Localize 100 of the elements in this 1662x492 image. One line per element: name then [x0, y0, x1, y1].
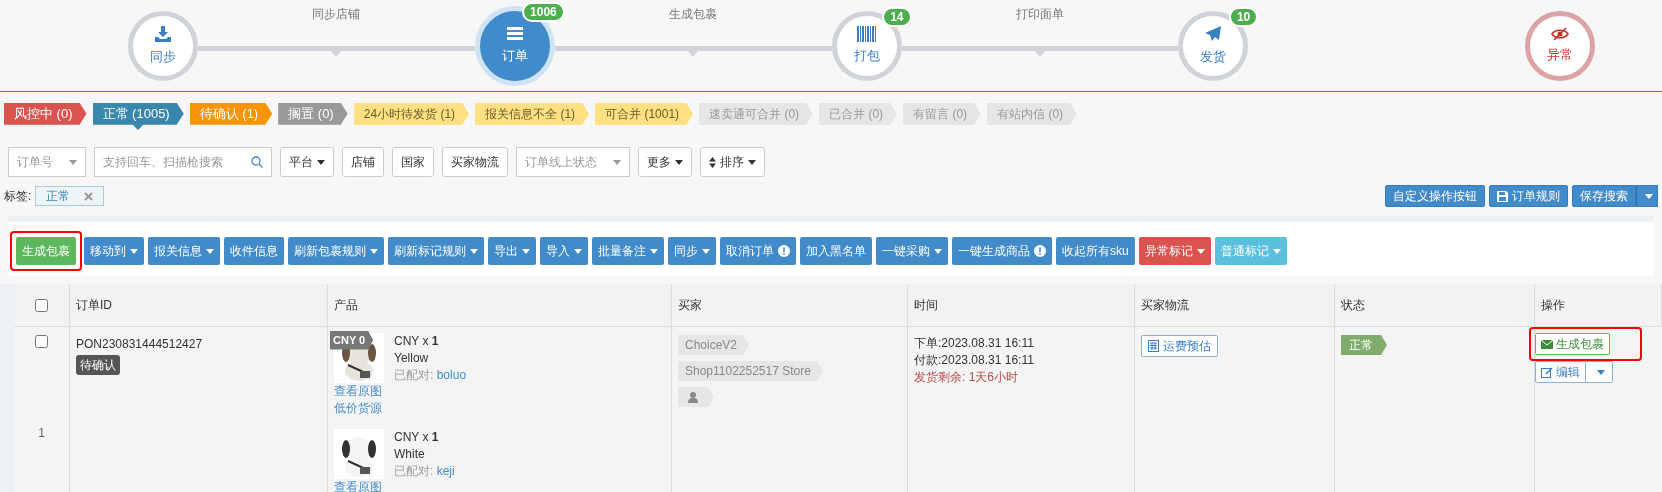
status-tag[interactable]: 有站内信 (0) [987, 103, 1078, 125]
toolbar-button[interactable]: 生成包裹 [16, 237, 76, 265]
column-header: 买家物流 [1141, 297, 1189, 314]
matched-sku: 已配对: keji [394, 463, 455, 480]
price-badge: CNY 0 [330, 331, 374, 350]
caret-icon [470, 248, 478, 254]
column-header: 买家 [678, 297, 702, 314]
column-header: 状态 [1341, 297, 1365, 314]
toolbar-button[interactable]: 刷新包裹规则 [288, 237, 384, 265]
toolbar-button[interactable]: 移动到 [84, 237, 144, 265]
status-tag[interactable]: 报关信息不全 (1) [475, 103, 590, 125]
column-header: 时间 [914, 297, 938, 314]
action-button[interactable]: 自定义操作按钮 [1385, 185, 1485, 207]
toolbar-button[interactable]: 报关信息 [148, 237, 220, 265]
toolbar-button[interactable]: 一键采购 [876, 237, 948, 265]
select-field[interactable]: 订单线上状态 [516, 147, 630, 177]
create-package-button[interactable]: 生成包裹 [1535, 333, 1610, 355]
filter-button[interactable]: 店铺 [342, 147, 384, 177]
step-label: 生成包裹 [669, 7, 718, 20]
status-tag[interactable]: 可合并 (1001) [595, 103, 694, 125]
order-tag: 待确认 [76, 355, 120, 375]
filter-button[interactable]: 国家 [392, 147, 434, 177]
buyer-tag: ChoiceV2 [678, 335, 750, 355]
tag-label: 标签: [4, 188, 32, 205]
time-text: 下单:2023.08.31 16:11 [914, 335, 1035, 352]
dropdown-button[interactable]: 平台 [280, 147, 334, 177]
caret-icon [370, 248, 378, 254]
sort-button[interactable]: 排序 [700, 147, 765, 177]
toolbar-button[interactable]: 导出 [488, 237, 536, 265]
eye-slash-icon [1551, 26, 1569, 41]
caret-icon [613, 159, 621, 165]
status-tag[interactable]: 24小时待发货 (1) [353, 103, 470, 125]
status-label: 正常 [1341, 335, 1387, 355]
list-icon [505, 25, 524, 42]
save-icon [1497, 190, 1508, 202]
toolbar-button[interactable]: 刷新标记规则 [388, 237, 484, 265]
caret-icon [1597, 369, 1605, 375]
status-tag[interactable]: 速卖通可合并 (0) [699, 103, 814, 125]
filter-button[interactable]: 买家物流 [442, 147, 508, 177]
pointer-icon [131, 123, 146, 130]
download-icon [154, 24, 172, 43]
toolbar-button[interactable]: 收起所有sku [1056, 237, 1135, 265]
caret-icon [1272, 248, 1281, 254]
toolbar-button[interactable]: 同步 [668, 237, 716, 265]
product-link[interactable]: 低价货源 [334, 400, 384, 417]
toolbar-button[interactable]: 异常标记 [1138, 237, 1211, 265]
column-header: 订单ID [76, 297, 112, 314]
product-link[interactable]: 查看原图 [334, 383, 384, 400]
close-icon[interactable] [84, 191, 94, 201]
status-tag[interactable]: 已合并 (0) [819, 103, 898, 125]
select-field[interactable]: 订单号 [8, 147, 86, 177]
caret-icon [574, 248, 582, 254]
caret-icon [206, 248, 214, 254]
toolbar-button[interactable]: 批量备注 [592, 237, 664, 265]
search-field[interactable]: 支持回车、扫描枪搜索 [94, 147, 272, 177]
step-label: 同步店铺 [312, 7, 361, 20]
toolbar-button[interactable]: 普通标记 [1214, 237, 1287, 265]
status-tag[interactable]: 搁置 (0) [278, 102, 348, 125]
status-tag[interactable]: 有留言 (0) [903, 103, 982, 125]
product-link[interactable]: 查看原图 [334, 479, 384, 492]
order-id: PON230831444512427 [76, 336, 203, 353]
calculator-icon [1148, 340, 1159, 352]
toolbar-button[interactable]: 取消订单 [720, 237, 796, 265]
caret-icon [748, 159, 756, 165]
toolbar-button[interactable]: 收件信息 [224, 237, 284, 265]
freight-estimate-button[interactable]: 运费预估 [1141, 335, 1218, 357]
caret-icon [1196, 248, 1205, 254]
dropdown-toggle[interactable] [1586, 361, 1613, 383]
action-button[interactable]: 订单规则 [1489, 185, 1568, 207]
count-badge: 10 [1228, 6, 1259, 27]
status-tag[interactable]: 风控中 (0) [4, 102, 87, 125]
dropdown-button[interactable]: 更多 [638, 147, 692, 177]
filter-tag[interactable]: 正常 [35, 186, 105, 206]
sku-link[interactable]: keji [436, 464, 455, 478]
caret-icon [650, 248, 658, 254]
select-all-checkbox[interactable] [35, 298, 48, 312]
count-badge: 14 [882, 6, 912, 27]
step-button[interactable]: 异常 [1525, 10, 1595, 81]
sort-icon [709, 156, 716, 168]
dropdown-toggle[interactable] [1636, 185, 1658, 207]
action-button[interactable]: 保存搜索 [1572, 185, 1636, 207]
toolbar-button[interactable]: 一键生成商品 [952, 237, 1052, 265]
step-button[interactable]: 同步 [128, 10, 198, 81]
time-text: 付款:2023.08.31 16:11 [914, 352, 1035, 369]
arrow-icon [331, 50, 342, 57]
arrow-icon [1034, 50, 1045, 57]
status-tag[interactable]: 待确认 (1) [189, 102, 273, 125]
tag-text: 正常 [46, 188, 71, 205]
envelope-icon [1541, 339, 1553, 349]
toolbar-button[interactable]: 加入黑名单 [800, 237, 872, 265]
barcode-icon [856, 25, 877, 42]
edit-button[interactable]: 编辑 [1535, 361, 1586, 383]
toolbar-button[interactable]: 导入 [540, 237, 588, 265]
product-variant: Yellow [394, 350, 430, 367]
step-label: 打印面单 [1015, 7, 1064, 20]
buyer-tag: Shop1102252517 Store [678, 361, 823, 381]
sku-link[interactable]: boluo [436, 368, 467, 382]
row-checkbox[interactable] [35, 335, 48, 348]
count-badge: 1006 [522, 1, 565, 22]
paper-plane-icon [1204, 24, 1223, 43]
